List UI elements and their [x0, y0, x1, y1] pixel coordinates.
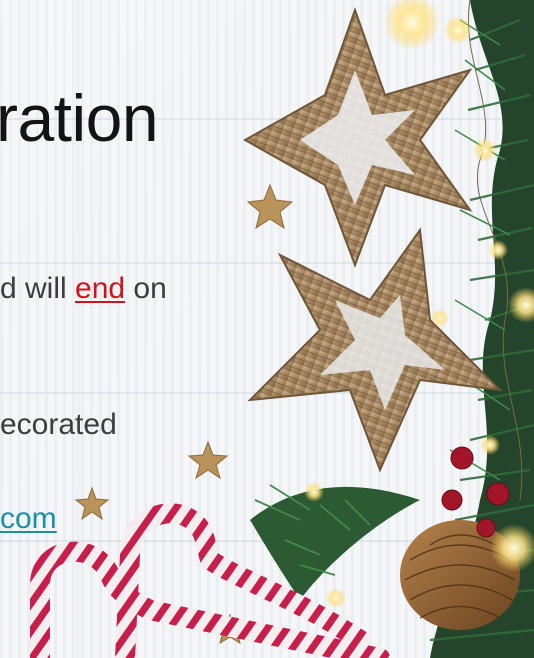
- presentation-slide: ration d will end on ecorated com: [0, 0, 534, 658]
- gold-star-icon: [187, 440, 229, 480]
- gold-star-icon: [246, 183, 294, 230]
- christmas-decoration: [30, 0, 534, 658]
- wicker-star-icon: [242, 6, 473, 268]
- gold-star-icon: [74, 486, 110, 521]
- wicker-star-icon: [247, 227, 503, 473]
